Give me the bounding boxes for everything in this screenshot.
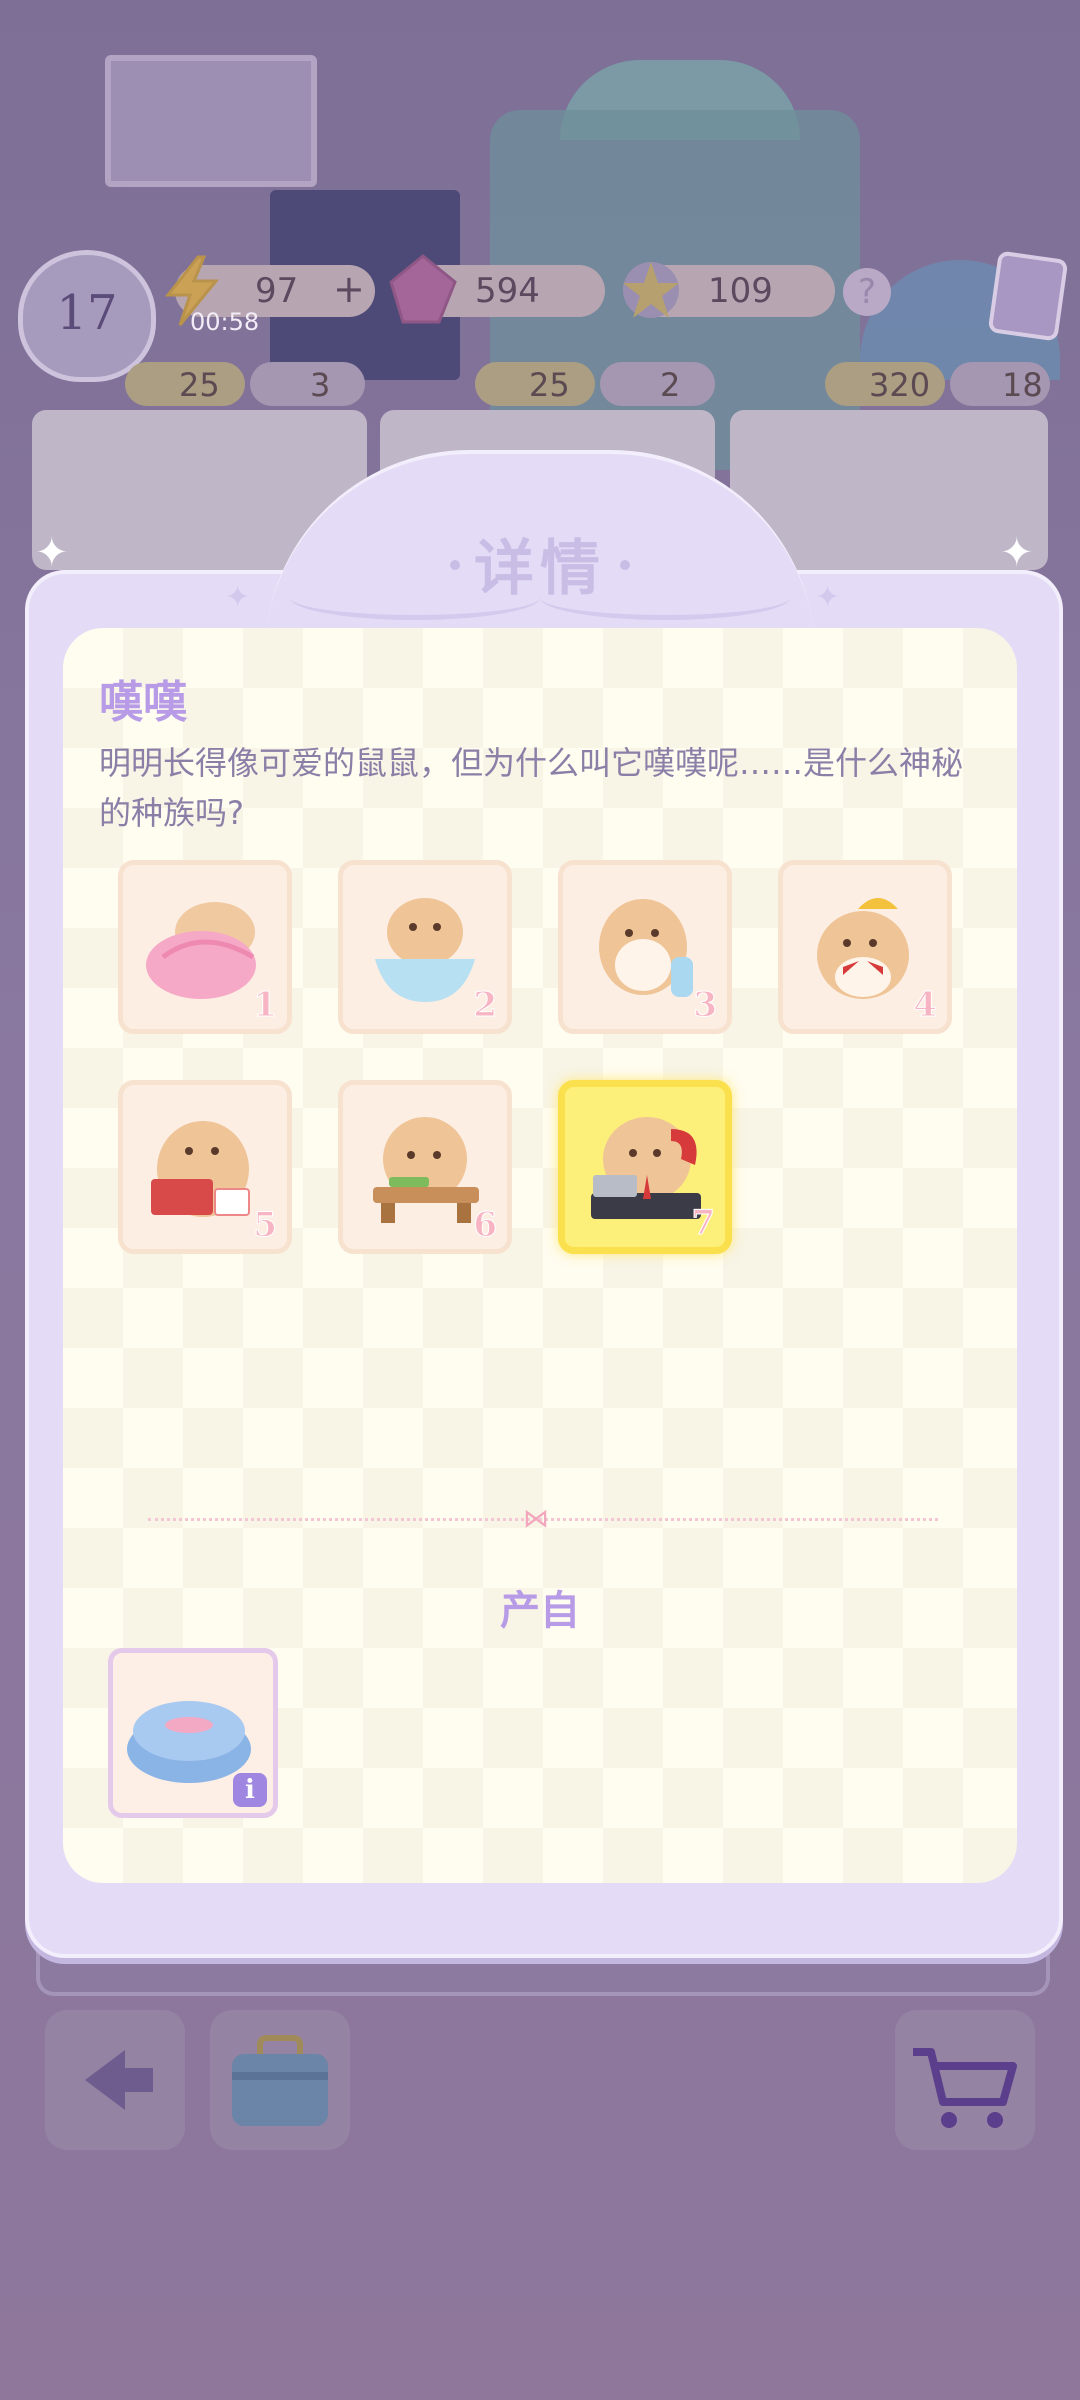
info-badge-icon[interactable]: i bbox=[233, 1773, 267, 1807]
back-button[interactable] bbox=[45, 2010, 185, 2150]
sparkle-icon: ✦ bbox=[225, 580, 251, 615]
stage-tile-3[interactable]: 3 bbox=[558, 860, 732, 1034]
shopping-cart-icon bbox=[913, 2048, 1017, 2128]
price-3a: 320 bbox=[869, 366, 931, 404]
hamster-in-pink-blanket-icon bbox=[146, 902, 256, 999]
back-arrow-icon bbox=[85, 2050, 153, 2110]
item-name: 嘆嘆 bbox=[99, 677, 187, 728]
price-pill-2b: 2 bbox=[600, 362, 715, 406]
card-collection-icon[interactable] bbox=[987, 250, 1069, 342]
stage-tile-1[interactable]: 1 bbox=[118, 860, 292, 1034]
stage-tile-6[interactable]: 6 bbox=[338, 1080, 512, 1254]
price-pill-3b: 18 bbox=[950, 362, 1050, 406]
hamster-in-bowl-icon bbox=[375, 898, 475, 1002]
stage-number: 7 bbox=[691, 1203, 716, 1244]
item-description: 明明长得像可爱的鼠鼠，但为什么叫它嘆嘆呢……是什么神秘的种族吗? bbox=[99, 744, 964, 832]
hamster-with-bottle-icon bbox=[599, 899, 693, 997]
energy-timer: 00:58 bbox=[190, 308, 260, 336]
rainbow-star-icon bbox=[623, 262, 679, 318]
help-button[interactable]: ? bbox=[843, 268, 891, 316]
shop-cart-button[interactable] bbox=[895, 2010, 1035, 2150]
price-pill-2a: 25 bbox=[475, 362, 595, 406]
stars-value: 109 bbox=[708, 271, 773, 311]
price-3b: 18 bbox=[1002, 366, 1043, 404]
source-item[interactable]: i bbox=[108, 1648, 278, 1818]
price-pill-1b: 3 bbox=[250, 362, 365, 406]
price-2b: 2 bbox=[660, 366, 681, 404]
stage-number: 5 bbox=[253, 1205, 278, 1246]
level-badge[interactable]: 17 bbox=[18, 250, 156, 382]
stage-number: 1 bbox=[253, 985, 278, 1026]
price-pill-1a: 25 bbox=[125, 362, 245, 406]
source-label: 产自 bbox=[500, 1588, 580, 1634]
detail-content: 嘆嘆 明明长得像可爱的鼠鼠，但为什么叫它嘆嘆呢……是什么神秘的种族吗? 1 2 bbox=[63, 628, 1017, 1883]
sparkle-icon: ✦ bbox=[1000, 530, 1034, 576]
bag-icon bbox=[232, 2035, 328, 2126]
level-number: 17 bbox=[56, 285, 118, 341]
modal-title: 详情 bbox=[474, 534, 606, 604]
stage-tile-2[interactable]: 2 bbox=[338, 860, 512, 1034]
stage-tile-7[interactable]: 7 bbox=[558, 1080, 732, 1254]
price-pill-3a: 320 bbox=[825, 362, 945, 406]
detail-modal: 详情 ✦ ✦ ✦ ✦ 嘆嘆 明明长得像可爱的鼠鼠，但为什么叫它嘆嘆呢……是什么神… bbox=[25, 450, 1063, 1958]
bag-button[interactable] bbox=[210, 2010, 350, 2150]
stage-number: 4 bbox=[913, 985, 938, 1026]
stage-tile-5[interactable]: 5 bbox=[118, 1080, 292, 1254]
gems-value: 594 bbox=[475, 271, 540, 311]
hamster-reading-icon bbox=[151, 1121, 250, 1217]
price-1a: 25 bbox=[179, 366, 220, 404]
stage-number: 3 bbox=[693, 985, 718, 1026]
sparkle-icon: ✦ bbox=[815, 580, 841, 615]
price-1b: 3 bbox=[310, 366, 331, 404]
hamster-with-cap-icon bbox=[817, 898, 909, 999]
price-2a: 25 bbox=[529, 366, 570, 404]
stage-number: 6 bbox=[473, 1205, 498, 1246]
bow-icon: ⋈ bbox=[523, 1504, 549, 1534]
energy-add-button[interactable]: + bbox=[333, 267, 365, 311]
hamster-at-desk-icon bbox=[373, 1117, 479, 1223]
stage-number: 2 bbox=[473, 985, 498, 1026]
sparkle-icon: ✦ bbox=[35, 530, 69, 576]
stage-tile-4[interactable]: 4 bbox=[778, 860, 952, 1034]
wall-picture bbox=[105, 55, 317, 187]
pink-gem-icon bbox=[389, 254, 457, 324]
energy-value: 97 bbox=[255, 271, 299, 311]
